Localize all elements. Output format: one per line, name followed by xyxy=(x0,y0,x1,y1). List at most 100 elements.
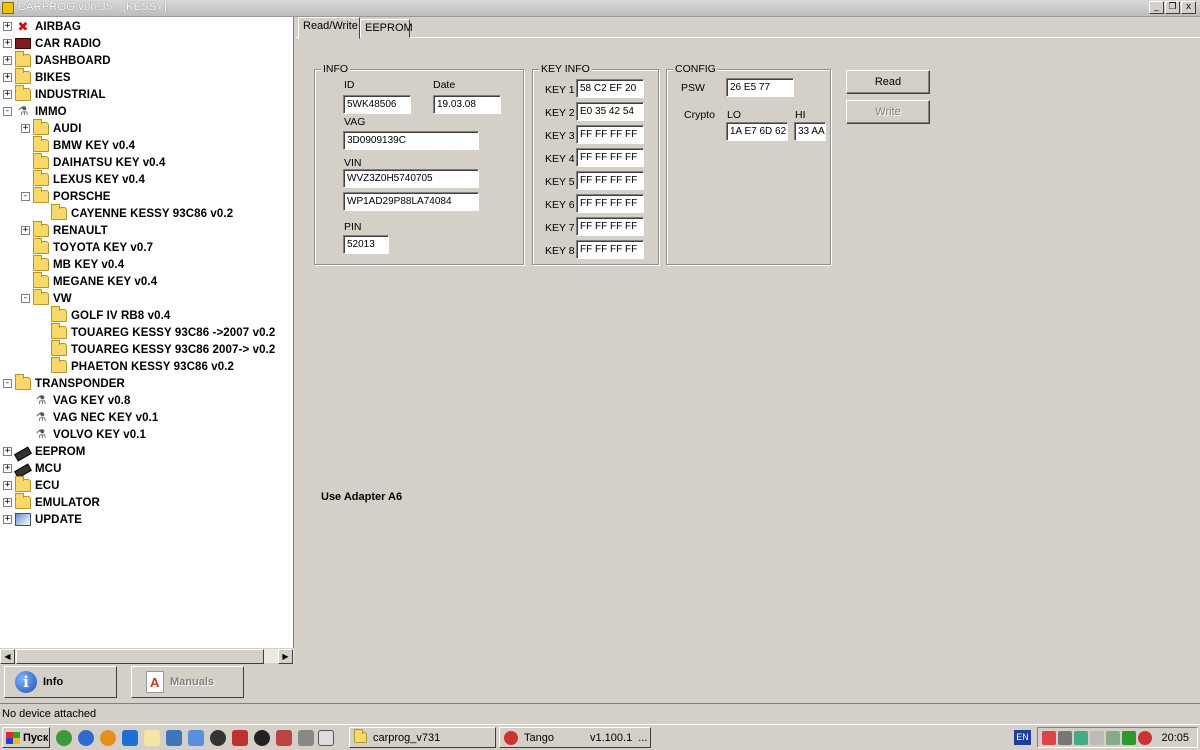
taskbar-item-tango[interactable]: Tango v1.100.1 ... xyxy=(499,727,651,748)
quicklaunch-icon-5[interactable] xyxy=(144,730,160,746)
id-field[interactable]: 5WK48506 xyxy=(343,95,411,114)
collapse-icon[interactable]: - xyxy=(21,294,30,303)
expand-icon[interactable]: + xyxy=(3,481,12,490)
tree-item[interactable]: MEGANE KEY v0.4 xyxy=(21,272,157,290)
tree-item[interactable]: + ✖ AIRBAG xyxy=(3,18,81,35)
key-field[interactable]: FF FF FF FF xyxy=(576,148,644,167)
info-button[interactable]: i Info xyxy=(4,666,117,698)
tree-item[interactable]: + INDUSTRIAL xyxy=(3,85,106,103)
quicklaunch-icon-6[interactable] xyxy=(166,730,182,746)
vag-field[interactable]: 3D0909139C xyxy=(343,131,479,150)
quicklaunch-icon-8[interactable] xyxy=(210,730,226,746)
close-button[interactable]: x xyxy=(1181,1,1196,14)
psw-field[interactable]: 26 E5 77 xyxy=(726,78,794,97)
quicklaunch-icon-9[interactable] xyxy=(232,730,248,746)
tab-read-write[interactable]: Read/Write xyxy=(298,17,360,39)
tree-item[interactable]: + DASHBOARD xyxy=(3,51,111,69)
tab-eeprom[interactable]: EEPROM xyxy=(360,19,413,38)
quicklaunch-icon-7[interactable] xyxy=(188,730,204,746)
tree-item[interactable]: + ECU xyxy=(3,476,60,494)
key-field[interactable]: FF FF FF FF xyxy=(576,217,644,236)
expand-icon[interactable]: + xyxy=(3,498,12,507)
tree-item[interactable]: DAIHATSU KEY v0.4 xyxy=(21,153,165,171)
tree-item[interactable]: - ⚗ IMMO xyxy=(3,103,67,120)
key-field[interactable]: FF FF FF FF xyxy=(576,125,644,144)
collapse-icon[interactable]: - xyxy=(3,107,12,116)
tree-item[interactable]: GOLF IV RB8 v0.4 xyxy=(39,306,170,324)
tray-icon-7[interactable] xyxy=(1138,731,1152,745)
tree-item[interactable]: CAYENNE KESSY 93C86 v0.2 xyxy=(39,204,233,222)
quicklaunch-icon-13[interactable] xyxy=(318,730,334,746)
tree-item[interactable]: + RENAULT xyxy=(21,221,108,239)
expand-icon[interactable]: + xyxy=(3,56,12,65)
ie-icon[interactable] xyxy=(122,730,138,746)
tree-item[interactable]: + BIKES xyxy=(3,68,71,86)
quicklaunch-icon-10[interactable] xyxy=(254,730,270,746)
vin-field-1[interactable]: WVZ3Z0H5740705 xyxy=(343,169,479,188)
read-button[interactable]: Read xyxy=(846,70,930,94)
date-field[interactable]: 19.03.08 xyxy=(433,95,501,114)
scroll-left-button[interactable]: ◀ xyxy=(0,649,15,664)
tree-horizontal-scrollbar[interactable]: ◀ ▶ xyxy=(0,648,294,664)
key-field[interactable]: FF FF FF FF xyxy=(576,240,644,259)
write-button[interactable]: Write xyxy=(846,100,930,124)
tree-item[interactable]: + UPDATE xyxy=(3,511,82,528)
expand-icon[interactable]: + xyxy=(3,464,12,473)
tree-item[interactable]: + CAR RADIO xyxy=(3,35,101,52)
expand-icon[interactable]: + xyxy=(3,90,12,99)
tree-item[interactable]: - PORSCHE xyxy=(21,187,111,205)
pin-field[interactable]: 52013 xyxy=(343,235,389,254)
language-indicator[interactable]: EN xyxy=(1014,730,1031,745)
key-field[interactable]: FF FF FF FF xyxy=(576,171,644,190)
device-tree[interactable]: + ✖ AIRBAG + CAR RADIO + DASHBOARD + BIKES + INDUS… xyxy=(0,17,294,650)
chrome-icon[interactable] xyxy=(100,730,116,746)
expand-icon[interactable]: + xyxy=(3,515,12,524)
tree-item[interactable]: + EEPROM xyxy=(3,443,85,461)
tree-item[interactable]: ⚗ VAG KEY v0.8 xyxy=(21,392,131,409)
tree-item[interactable]: PHAETON KESSY 93C86 v0.2 xyxy=(39,357,234,375)
tray-icon-4[interactable] xyxy=(1090,731,1104,745)
scroll-thumb[interactable] xyxy=(16,649,264,664)
tree-item[interactable]: TOYOTA KEY v0.7 xyxy=(21,238,153,256)
lo-field[interactable]: 1A E7 6D 62 xyxy=(726,122,788,141)
key-field[interactable]: E0 35 42 54 xyxy=(576,102,644,121)
restore-button[interactable]: ❐ xyxy=(1165,1,1180,14)
expand-icon[interactable]: + xyxy=(3,73,12,82)
quicklaunch-icon-12[interactable] xyxy=(298,730,314,746)
tree-item[interactable]: ⚗ VOLVO KEY v0.1 xyxy=(21,426,146,443)
wifi-icon[interactable] xyxy=(1122,731,1136,745)
expand-icon[interactable]: + xyxy=(3,22,12,31)
tree-item[interactable]: MB KEY v0.4 xyxy=(21,255,124,273)
collapse-icon[interactable]: - xyxy=(3,379,12,388)
expand-icon[interactable]: + xyxy=(3,447,12,456)
minimize-button[interactable]: _ xyxy=(1149,1,1164,14)
tree-item[interactable]: BMW KEY v0.4 xyxy=(21,136,135,154)
tray-icon-3[interactable] xyxy=(1074,731,1088,745)
tray-icon-5[interactable] xyxy=(1106,731,1120,745)
tree-item[interactable]: - VW xyxy=(21,289,72,307)
tree-item[interactable]: + MCU xyxy=(3,460,62,478)
collapse-icon[interactable]: - xyxy=(21,192,30,201)
tree-item[interactable]: - TRANSPONDER xyxy=(3,374,125,392)
tray-icon-2[interactable] xyxy=(1058,731,1072,745)
quicklaunch-icon-1[interactable] xyxy=(56,730,72,746)
tree-item[interactable]: TOUAREG KESSY 93C86 2007-> v0.2 xyxy=(39,340,275,358)
expand-icon[interactable]: + xyxy=(21,226,30,235)
tree-item[interactable]: + EMULATOR xyxy=(3,493,100,511)
scroll-right-button[interactable]: ▶ xyxy=(278,649,293,664)
key-field[interactable]: FF FF FF FF xyxy=(576,194,644,213)
vin-field-2[interactable]: WP1AD29P88LA74084 xyxy=(343,192,479,211)
tree-item[interactable]: LEXUS KEY v0.4 xyxy=(21,170,145,188)
expand-icon[interactable]: + xyxy=(3,39,12,48)
tree-item[interactable]: ⚗ VAG NEC KEY v0.1 xyxy=(21,409,159,426)
taskbar-item-carprog[interactable]: carprog_v731 xyxy=(349,727,496,748)
manuals-button[interactable]: Manuals xyxy=(131,666,244,698)
hi-field[interactable]: 33 AA xyxy=(794,122,826,141)
tree-item[interactable]: + AUDI xyxy=(21,119,82,137)
quicklaunch-icon-11[interactable] xyxy=(276,730,292,746)
quicklaunch-icon-2[interactable] xyxy=(78,730,94,746)
start-button[interactable]: Пуск xyxy=(2,727,50,748)
tray-icon-1[interactable] xyxy=(1042,731,1056,745)
tree-item[interactable]: TOUAREG KESSY 93C86 ->2007 v0.2 xyxy=(39,323,275,341)
expand-icon[interactable]: + xyxy=(21,124,30,133)
